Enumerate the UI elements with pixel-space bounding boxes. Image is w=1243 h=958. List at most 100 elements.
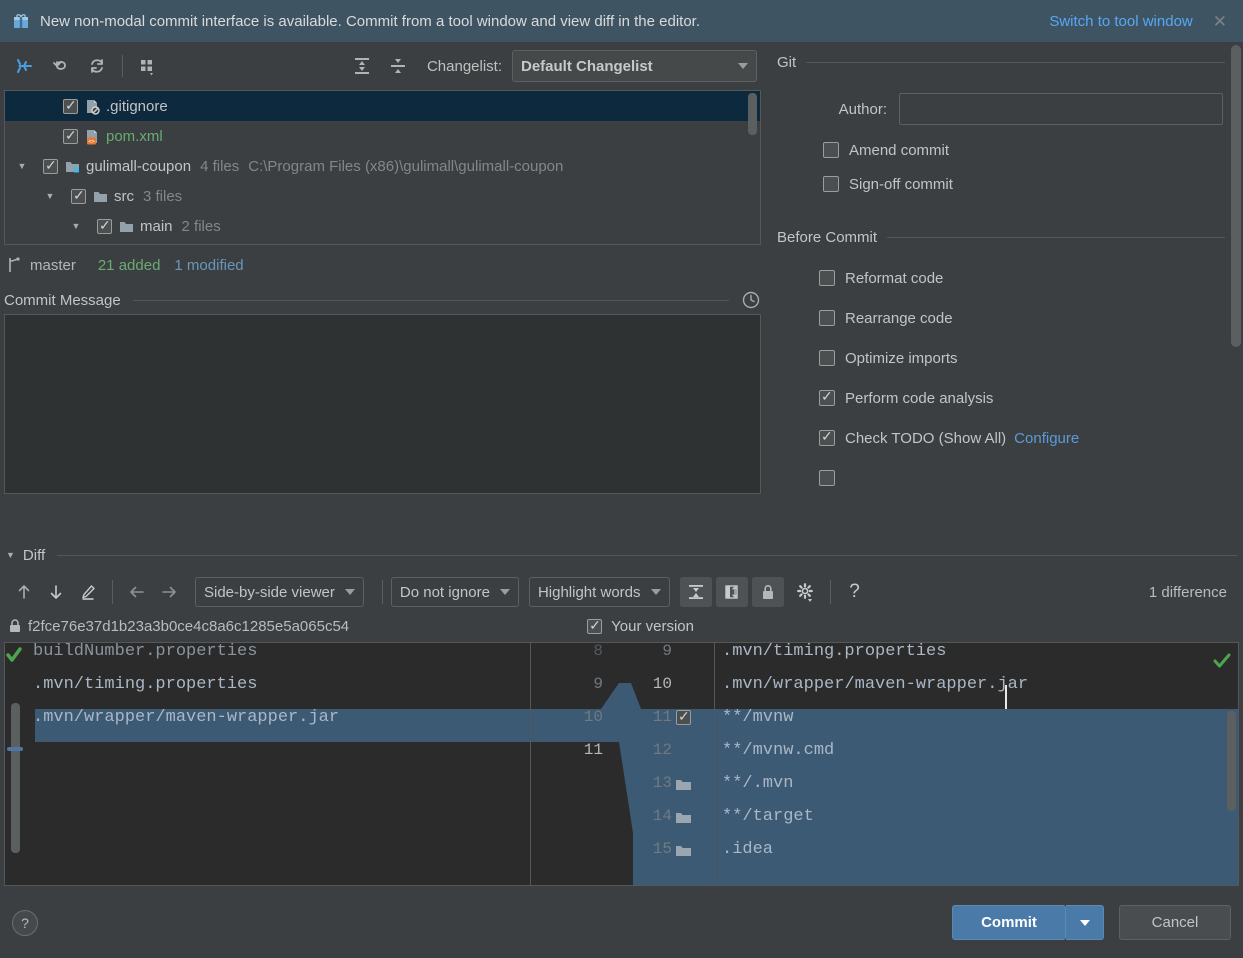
chevron-down-icon (1079, 919, 1090, 926)
file-checkbox[interactable] (43, 157, 58, 174)
close-icon[interactable]: ✕ (1213, 13, 1227, 30)
line-checkbox[interactable] (676, 708, 691, 725)
commit-message-input[interactable] (4, 314, 761, 494)
changelist-select[interactable]: Default Changelist (512, 50, 757, 82)
highlight-mode-select[interactable]: Highlight words (528, 577, 670, 607)
collapse-all-icon[interactable] (383, 51, 413, 81)
switch-to-tool-window-link[interactable]: Switch to tool window (1049, 13, 1192, 30)
your-version-row[interactable]: Your version (587, 617, 694, 635)
cancel-button[interactable]: Cancel (1119, 905, 1231, 940)
file-checkbox[interactable] (63, 97, 78, 114)
divider (887, 237, 1225, 238)
amend-commit-checkbox[interactable] (823, 142, 839, 158)
arrow-right-icon[interactable] (153, 577, 185, 607)
rearrange-code-checkbox[interactable] (819, 310, 835, 326)
refresh-icon[interactable] (82, 51, 112, 81)
clock-icon[interactable] (741, 290, 761, 310)
signoff-commit-checkbox[interactable] (823, 176, 839, 192)
banner-message: New non-modal commit interface is availa… (40, 12, 701, 30)
diff-section-title: Diff (22, 546, 46, 564)
viewer-mode-value: Side-by-side viewer (204, 583, 335, 601)
commit-button[interactable]: Commit (952, 905, 1066, 940)
collapse-unchanged-icon[interactable] (679, 577, 712, 607)
code-line: .idea (722, 840, 774, 859)
your-version-checkbox[interactable] (587, 617, 603, 634)
tree-row[interactable]: .gitignore (5, 91, 760, 121)
line-number: 9 (593, 675, 603, 693)
perform-code-analysis-checkbox[interactable] (819, 388, 835, 406)
options-scrollbar[interactable] (1231, 45, 1241, 347)
svg-text:<>: <> (88, 139, 95, 145)
configure-todo-link[interactable]: Configure (1014, 430, 1079, 447)
amend-commit-checkbox-row[interactable]: Amend commit (777, 133, 1243, 167)
commit-dropdown-button[interactable] (1066, 905, 1104, 940)
question-icon[interactable]: ? (839, 577, 871, 607)
code-line: **/mvnw.cmd (722, 741, 835, 760)
tree-item-label: pom.xml (106, 127, 163, 145)
arrow-left-icon[interactable] (121, 577, 153, 607)
rearrange-code-checkbox-row[interactable]: Rearrange code (777, 298, 1243, 338)
chevron-down-icon[interactable]: ▼ (43, 191, 57, 201)
git-group-header: Git (777, 54, 1243, 71)
signoff-commit-checkbox-row[interactable]: Sign-off commit (777, 167, 1243, 201)
perform-code-analysis-checkbox-row[interactable]: Perform code analysis (777, 378, 1243, 418)
tree-row[interactable]: ▼ main 2 files (5, 211, 760, 241)
added-count: 21 added (97, 256, 161, 274)
code-line: .mvn/timing.properties (33, 675, 258, 694)
optimize-imports-checkbox-row[interactable]: Optimize imports (777, 338, 1243, 378)
perform-code-analysis-label: Perform code analysis (845, 389, 994, 407)
toolbar-divider (122, 55, 123, 77)
chevron-down-icon[interactable]: ▼ (6, 550, 15, 560)
xml-file-icon: <> (84, 128, 101, 145)
chevron-down-icon[interactable]: ▼ (69, 221, 83, 231)
arrow-up-icon[interactable] (8, 577, 40, 607)
code-line: **/.mvn (722, 774, 794, 793)
clipped-option-checkbox[interactable] (819, 470, 835, 486)
line-number: 12 (652, 741, 672, 759)
file-checkbox[interactable] (97, 217, 112, 234)
author-input[interactable] (899, 93, 1223, 125)
chevron-down-icon[interactable]: ▼ (15, 161, 29, 171)
diff-left-pane[interactable]: buildNumber.properties .mvn/timing.prope… (5, 643, 630, 885)
author-row: Author: (777, 93, 1243, 125)
ignore-mode-select[interactable]: Do not ignore (390, 577, 519, 607)
group-by-icon[interactable] (133, 51, 163, 81)
gear-icon[interactable] (790, 577, 822, 607)
right-gutter-marker (1212, 651, 1232, 676)
revert-icon[interactable] (46, 51, 76, 81)
diff-right-pane[interactable]: 9 10 11 12 13 14 15 ✓ .mvn/timing.proper… (630, 643, 1238, 885)
pencil-icon[interactable] (72, 577, 104, 607)
reformat-code-checkbox-row[interactable]: Reformat code (777, 258, 1243, 298)
commit-message-header: Commit Message (4, 287, 761, 313)
help-button[interactable]: ? (12, 910, 38, 936)
diff-section-header[interactable]: ▼ Diff (6, 540, 1237, 570)
difference-count: 1 difference (1148, 583, 1227, 601)
file-checkbox[interactable] (71, 187, 86, 204)
highlight-mode-value: Highlight words (537, 583, 641, 601)
tree-row[interactable]: <> pom.xml (5, 121, 760, 151)
expand-all-icon[interactable] (347, 51, 377, 81)
modified-count: 1 modified (174, 256, 244, 274)
optimize-imports-checkbox[interactable] (819, 350, 835, 366)
reformat-code-checkbox[interactable] (819, 270, 835, 286)
divider (57, 554, 1237, 556)
compare-columns-icon[interactable] (715, 577, 748, 607)
tree-item-count: 4 files (200, 157, 240, 175)
right-pane-scrollbar[interactable] (1227, 711, 1236, 811)
changed-files-tree[interactable]: .gitignore <> pom.xml ▼ (4, 90, 761, 245)
arrow-down-icon[interactable] (40, 577, 72, 607)
viewer-mode-select[interactable]: Side-by-side viewer (195, 577, 364, 607)
check-todo-checkbox[interactable] (819, 428, 835, 446)
lock-icon[interactable] (751, 577, 784, 607)
diff-viewer[interactable]: buildNumber.properties .mvn/timing.prope… (4, 642, 1239, 886)
tree-row[interactable]: ▼ gulimall-coupon 4 files C:\Program Fil… (5, 151, 760, 181)
code-line: .mvn/wrapper/maven-wrapper.jar (33, 708, 340, 727)
file-checkbox[interactable] (63, 127, 78, 144)
module-icon (64, 158, 81, 175)
rearrange-code-label: Rearrange code (845, 309, 953, 327)
tree-scrollbar[interactable] (748, 93, 757, 135)
clipped-option-row[interactable] (777, 458, 1243, 498)
tree-row[interactable]: ▼ src 3 files (5, 181, 760, 211)
show-diff-icon[interactable] (10, 51, 40, 81)
check-todo-checkbox-row[interactable]: Check TODO (Show All) Configure (777, 418, 1243, 458)
